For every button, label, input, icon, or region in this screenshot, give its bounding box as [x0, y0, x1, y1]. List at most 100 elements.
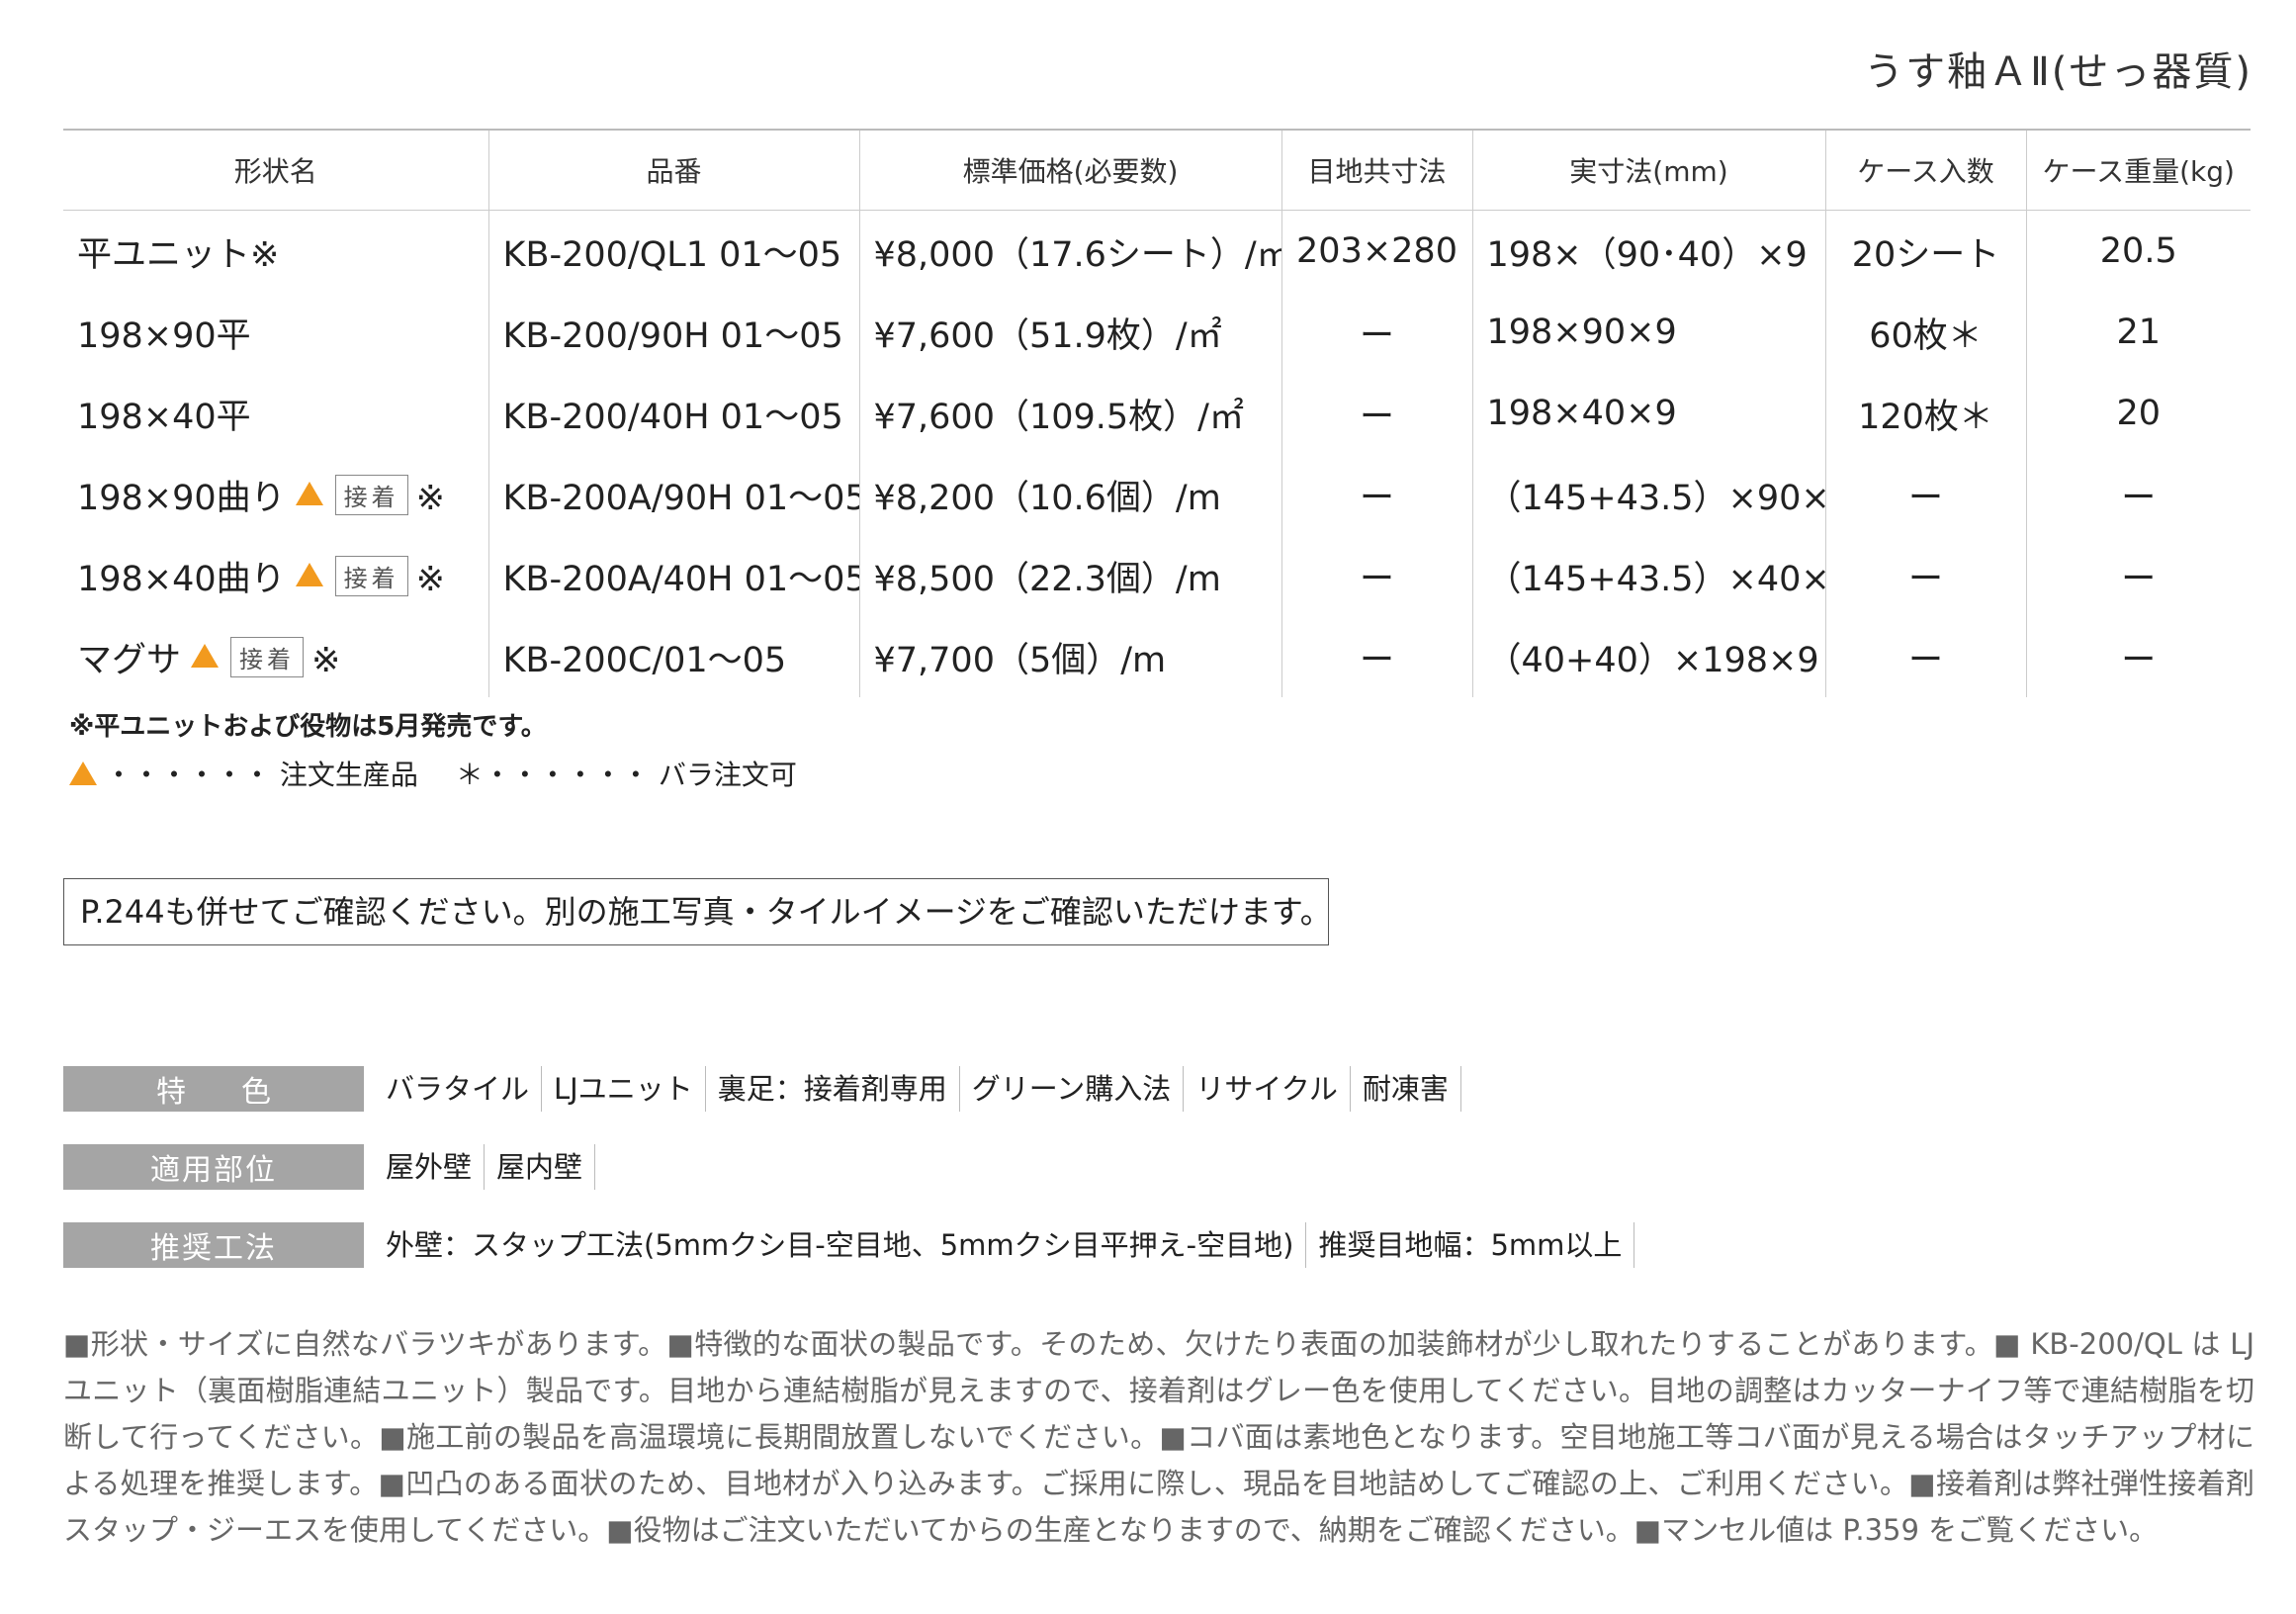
joint-size-cell: ー: [1280, 535, 1472, 616]
case-qty-cell: ー: [1824, 535, 2026, 616]
legend: ・・・・・・ 注文生産品 ＊ ・・・・・・ バラ注文可: [69, 754, 797, 793]
triangle-icon: [191, 643, 220, 668]
method-row: 推奨工法 外壁：スタップ工法(5mmクシ目-空目地、5mmクシ目平押え-空目地)…: [63, 1222, 1635, 1268]
method-label: 推奨工法: [63, 1222, 364, 1268]
triangle-icon: [69, 762, 97, 785]
method-items: 外壁：スタップ工法(5mmクシ目-空目地、5mmクシ目平押え-空目地) 推奨目地幅…: [386, 1222, 1635, 1268]
case-qty-cell: ー: [1824, 454, 2026, 535]
col-header-code: 品番: [487, 129, 859, 211]
actual-size-cell: 198×40×9: [1471, 373, 1825, 454]
case-weight-cell: ー: [2025, 535, 2251, 616]
joint-size-cell: ー: [1280, 616, 1472, 697]
series-title: うす釉ＡⅡ(せっ器質): [1864, 49, 2252, 95]
price-cell: ¥7,700（5個）/m: [858, 616, 1281, 697]
shape-name-cell: マグサ 接着 ※: [63, 616, 488, 697]
table-row: 平ユニット※ KB-200/QL1 01～05 ¥8,000（17.6シート）/㎡ 2…: [63, 210, 2251, 293]
shape-name-cell: 198×40平: [63, 373, 488, 454]
triangle-icon: [295, 481, 323, 505]
feature-tag: 裏足：接着剤専用: [706, 1066, 960, 1112]
table-header-row: 形状名 品番 標準価格(必要数) 目地共寸法 実寸法(mm) ケース入数 ケース…: [63, 129, 2251, 211]
joint-size-cell: ー: [1280, 373, 1472, 454]
triangle-icon: [295, 562, 323, 586]
case-weight-cell: 21: [2025, 292, 2251, 373]
legend-triangle-text: ・・・・・・ 注文生産品: [105, 759, 418, 791]
case-weight-cell: ー: [2025, 454, 2251, 535]
product-code-cell: KB-200A/40H 01～05: [487, 535, 859, 616]
joint-size-cell: ー: [1280, 292, 1472, 373]
product-code-cell: KB-200/40H 01～05: [487, 373, 859, 454]
col-header-weight: ケース重量(kg): [2025, 129, 2251, 211]
joint-size-cell: 203×280: [1280, 210, 1472, 292]
price-cell: ¥8,200（10.6個）/m: [858, 454, 1281, 535]
case-weight-cell: ー: [2025, 616, 2251, 697]
case-qty-cell: ー: [1824, 616, 2026, 697]
actual-size-cell: （145+43.5）×90×9: [1471, 454, 1825, 535]
shape-name-cell: 198×40曲り 接着 ※: [63, 535, 488, 616]
col-header-case-qty: ケース入数: [1824, 129, 2026, 211]
note-mark: ※: [415, 559, 445, 599]
shape-name-cell: 198×90平: [63, 292, 488, 373]
shape-name: 198×40曲り: [77, 559, 286, 599]
case-qty-cell: 120枚＊: [1824, 373, 2026, 454]
feature-tag: 外壁：スタップ工法(5mmクシ目-空目地、5mmクシ目平押え-空目地): [386, 1222, 1307, 1268]
table-row: 198×90曲り 接着 ※ KB-200A/90H 01～05 ¥8,200（10.6個…: [63, 454, 2251, 535]
actual-size-cell: （145+43.5）×40×9: [1471, 535, 1825, 616]
table-row: マグサ 接着 ※ KB-200C/01～05 ¥7,700（5個）/m ー（40+40）×…: [63, 616, 2251, 697]
spec-table: 形状名 品番 標準価格(必要数) 目地共寸法 実寸法(mm) ケース入数 ケース…: [63, 129, 2251, 697]
shape-name: マグサ: [77, 640, 182, 680]
feature-tag: 屋外壁: [386, 1144, 486, 1190]
release-note: ※平ユニットおよび役物は5月発売です。: [69, 712, 547, 742]
feature-tag: 推奨目地幅：5mm以上: [1306, 1222, 1635, 1268]
case-qty-cell: 60枚＊: [1824, 292, 2026, 373]
note-mark: ※: [311, 640, 341, 680]
shape-name: 198×40平: [77, 397, 251, 437]
shape-name: 198×90平: [77, 315, 251, 356]
table-row: 198×40曲り 接着 ※ KB-200A/40H 01～05 ¥8,500（22.3個…: [63, 535, 2251, 616]
price-cell: ¥7,600（109.5枚）/㎡: [858, 373, 1281, 454]
actual-size-cell: 198×（90･40）×9: [1471, 210, 1825, 292]
actual-size-cell: （40+40）×198×9: [1471, 616, 1825, 697]
feature-tag: 耐凍害: [1351, 1066, 1461, 1112]
product-code-cell: KB-200C/01～05: [487, 616, 859, 697]
shape-name-cell: 198×90曲り 接着 ※: [63, 454, 488, 535]
adhesive-badge: 接着: [334, 474, 408, 515]
col-header-joint: 目地共寸法: [1280, 129, 1472, 211]
features-label: 特色: [63, 1066, 364, 1112]
adhesive-badge: 接着: [334, 555, 408, 596]
price-cell: ¥8,500（22.3個）/m: [858, 535, 1281, 616]
shape-name: 平ユニット※: [77, 234, 280, 275]
case-weight-cell: 20.5: [2025, 210, 2251, 292]
application-row: 適用部位 屋外壁 屋内壁: [63, 1144, 596, 1190]
table-row: 198×40平 KB-200/40H 01～05 ¥7,600（109.5枚）/㎡ー…: [63, 373, 2251, 454]
legend-star-text: ・・・・・・ バラ注文可: [483, 759, 797, 791]
price-cell: ¥8,000（17.6シート）/㎡: [858, 210, 1281, 292]
product-code-cell: KB-200/90H 01～05: [487, 292, 859, 373]
application-label: 適用部位: [63, 1144, 364, 1190]
actual-size-cell: 198×90×9: [1471, 292, 1825, 373]
shape-name-cell: 平ユニット※: [63, 211, 488, 293]
table-row: 198×90平 KB-200/90H 01～05 ¥7,600（51.9枚）/㎡ー 1…: [63, 292, 2251, 373]
product-code-cell: KB-200A/90H 01～05: [487, 454, 859, 535]
adhesive-badge: 接着: [230, 636, 305, 677]
note-mark: ※: [415, 478, 445, 518]
joint-size-cell: ー: [1280, 454, 1472, 535]
feature-tag: LJユニット: [542, 1066, 706, 1112]
features-row: 特色 バラタイル LJユニット 裏足：接着剤専用 グリーン購入法 リサイクル 耐凍害: [63, 1066, 1461, 1112]
features-items: バラタイル LJユニット 裏足：接着剤専用 グリーン購入法 リサイクル 耐凍害: [386, 1066, 1461, 1112]
feature-tag: 屋内壁: [485, 1144, 596, 1190]
product-code-cell: KB-200/QL1 01～05: [487, 210, 859, 292]
col-header-price: 標準価格(必要数): [858, 129, 1281, 211]
case-weight-cell: 20: [2025, 373, 2251, 454]
col-header-shape: 形状名: [63, 129, 488, 211]
reference-box: P.244も併せてご確認ください。別の施工写真・タイルイメージをご確認いただけま…: [63, 878, 1332, 945]
col-header-size: 実寸法(mm): [1471, 129, 1825, 211]
application-items: 屋外壁 屋内壁: [386, 1144, 596, 1190]
case-qty-cell: 20シート: [1824, 210, 2026, 292]
asterisk-icon: ＊: [455, 759, 484, 791]
shape-name: 198×90曲り: [77, 478, 286, 518]
body-notes: ■形状・サイズに自然なバラツキがあります。■特徴的な面状の製品です。そのため、欠…: [63, 1327, 2254, 1547]
feature-tag: リサイクル: [1184, 1066, 1351, 1112]
price-cell: ¥7,600（51.9枚）/㎡: [858, 292, 1281, 373]
feature-tag: グリーン購入法: [960, 1066, 1185, 1112]
feature-tag: バラタイル: [386, 1066, 543, 1112]
